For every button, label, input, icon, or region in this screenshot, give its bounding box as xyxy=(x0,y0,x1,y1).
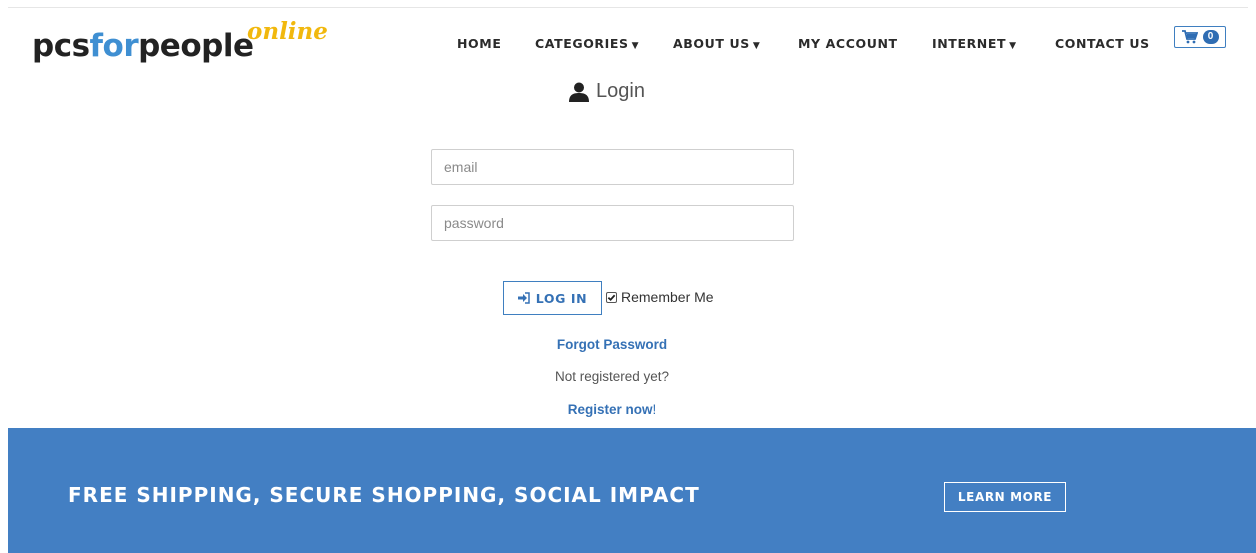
banner-text: FREE SHIPPING, SECURE SHOPPING, SOCIAL I… xyxy=(68,483,700,507)
logo-part-for: for xyxy=(89,28,139,64)
email-input[interactable] xyxy=(431,149,794,185)
nav-categories[interactable]: CATEGORIES ▼ xyxy=(535,36,639,51)
nav-my-account[interactable]: MY ACCOUNT xyxy=(798,36,898,51)
nav-about-us[interactable]: ABOUT US ▼ xyxy=(673,36,760,51)
remember-me-checkbox[interactable] xyxy=(606,291,617,303)
cart-button[interactable]: 0 xyxy=(1174,26,1226,48)
forgot-password-row: Forgot Password xyxy=(0,337,1224,352)
login-button-label: LOG IN xyxy=(535,290,588,306)
learn-more-button[interactable]: LEARN MORE xyxy=(944,482,1066,512)
logo-wordmark: pcsforpeople xyxy=(32,28,254,64)
nav-contact-us-label: CONTACT US xyxy=(1055,36,1150,51)
user-icon xyxy=(569,82,589,102)
caret-down-icon: ▼ xyxy=(631,41,640,51)
nav-home-label: HOME xyxy=(457,36,502,51)
nav-home[interactable]: HOME xyxy=(457,36,501,51)
caret-down-icon: ▼ xyxy=(752,41,761,51)
shopping-cart-icon xyxy=(1181,30,1198,44)
top-divider xyxy=(8,7,1248,8)
nav-internet[interactable]: INTERNET ▼ xyxy=(932,36,1017,51)
cart-count-badge: 0 xyxy=(1202,30,1219,44)
register-suffix: ! xyxy=(652,402,657,417)
nav-categories-label: CATEGORIES xyxy=(535,36,629,51)
logo-online: online xyxy=(247,18,328,45)
remember-me[interactable]: Remember Me xyxy=(606,289,714,305)
password-input[interactable] xyxy=(431,205,794,241)
nav-contact-us[interactable]: CONTACT US xyxy=(1055,36,1150,51)
logo-part-people: people xyxy=(138,28,254,64)
login-button[interactable]: LOG IN xyxy=(503,281,602,315)
nav-internet-label: INTERNET xyxy=(932,36,1007,51)
register-now-link[interactable]: Register now xyxy=(568,402,653,417)
forgot-password-link[interactable]: Forgot Password xyxy=(557,337,667,352)
nav-about-us-label: ABOUT US xyxy=(673,36,750,51)
check-icon xyxy=(607,294,616,301)
not-registered-text: Not registered yet? xyxy=(554,369,670,384)
caret-down-icon: ▼ xyxy=(1009,41,1017,51)
remember-me-label: Remember Me xyxy=(621,289,714,305)
register-row: Register now! xyxy=(0,402,1224,417)
promo-banner: FREE SHIPPING, SECURE SHOPPING, SOCIAL I… xyxy=(8,428,1256,553)
sign-in-icon xyxy=(517,292,530,304)
nav-my-account-label: MY ACCOUNT xyxy=(798,36,898,51)
login-title-text: Login xyxy=(596,80,645,102)
login-heading: Login xyxy=(568,80,645,103)
logo-part-pcs: pcs xyxy=(32,28,90,64)
